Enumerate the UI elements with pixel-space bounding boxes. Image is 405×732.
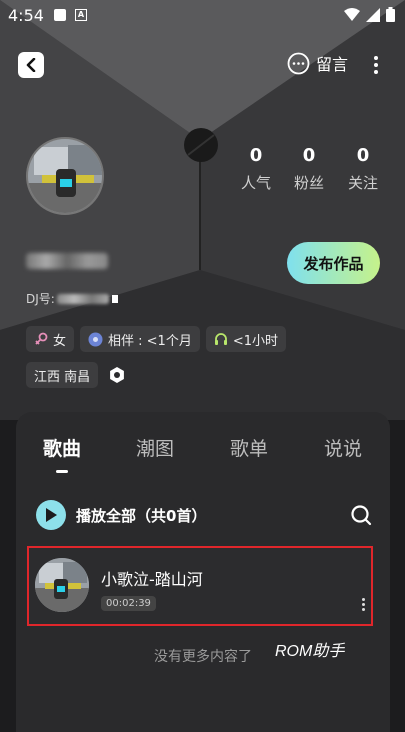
status-time: 4:54 xyxy=(8,6,44,25)
song-more-button[interactable] xyxy=(359,598,367,616)
location-text: 江西 南昌 xyxy=(34,369,91,385)
chevron-left-icon xyxy=(26,58,36,72)
profile-tags: 女 相伴 : <1个月 <1小时 xyxy=(26,326,286,352)
message-label: 留言 xyxy=(316,55,349,74)
stat-popularity[interactable]: 0 人气 xyxy=(234,145,278,193)
wifi-icon xyxy=(344,7,360,21)
dj-id: DJ号: xyxy=(26,290,118,307)
stat-value: 0 xyxy=(249,145,263,166)
song-cover-image xyxy=(35,558,89,612)
gender-tag: 女 xyxy=(26,326,75,352)
stat-label: 人气 xyxy=(240,174,271,192)
search-button[interactable] xyxy=(350,504,372,526)
play-icon xyxy=(46,508,57,522)
tab-songs[interactable]: 歌曲 xyxy=(43,434,81,461)
tag-text: 女 xyxy=(53,333,67,349)
active-tab-indicator xyxy=(56,470,68,473)
tab-bar: 歌曲 潮图 歌单 说说 xyxy=(16,434,390,474)
play-all-button[interactable]: 播放全部（共0首） xyxy=(36,500,206,530)
companion-tag: 相伴 : <1个月 xyxy=(80,326,200,352)
stat-label: 关注 xyxy=(347,174,378,192)
dot xyxy=(374,56,378,60)
copy-icon xyxy=(111,294,118,303)
vinyl-icon xyxy=(88,332,103,346)
message-button[interactable]: 留言 xyxy=(287,51,348,75)
dot xyxy=(361,603,365,606)
tab-posts[interactable]: 说说 xyxy=(324,434,362,461)
listen-time-tag: <1小时 xyxy=(205,326,286,352)
headphones-icon xyxy=(214,333,227,345)
stat-value: 0 xyxy=(356,145,370,166)
notification-icon xyxy=(54,9,66,21)
watermark: ROM助手 xyxy=(275,643,345,660)
song-title: 小歌泣-踏山河 xyxy=(101,570,203,589)
username-redacted xyxy=(26,253,108,269)
app-notification-icon: A xyxy=(75,9,87,21)
settings-button[interactable] xyxy=(106,364,128,386)
stat-fans[interactable]: 0 粉丝 xyxy=(287,145,331,193)
search-icon xyxy=(351,505,372,526)
avatar[interactable] xyxy=(26,137,104,215)
stat-following[interactable]: 0 关注 xyxy=(341,145,385,193)
gear-icon xyxy=(110,367,125,383)
comment-icon xyxy=(287,52,310,74)
content-panel: 歌曲 潮图 歌单 说说 播放全部（共0首） 小歌泣-踏山河 00:02:39 没… xyxy=(16,412,390,732)
stat-label: 粉丝 xyxy=(293,174,324,192)
dot xyxy=(361,598,365,601)
female-icon xyxy=(35,332,48,345)
dot xyxy=(374,70,378,74)
tag-text: <1小时 xyxy=(232,333,278,349)
more-options-button[interactable] xyxy=(366,52,386,78)
battery-icon xyxy=(386,7,395,22)
location-tag: 江西 南昌 xyxy=(26,362,99,388)
signal-icon xyxy=(366,7,380,22)
status-bar: 4:54 A xyxy=(0,0,405,30)
song-duration: 00:02:39 xyxy=(101,596,156,611)
song-cover xyxy=(35,558,89,612)
tab-images[interactable]: 潮图 xyxy=(136,434,174,461)
dot xyxy=(361,608,365,611)
location-row: 江西 南昌 xyxy=(26,362,128,388)
play-all-label: 播放全部（共0首） xyxy=(76,506,207,525)
tab-playlists[interactable]: 歌单 xyxy=(230,434,268,461)
play-circle xyxy=(36,500,66,530)
publish-button[interactable]: 发布作品 xyxy=(287,242,380,284)
stat-value: 0 xyxy=(302,145,316,166)
tag-text: 相伴 : <1个月 xyxy=(108,333,192,349)
dj-id-redacted xyxy=(56,293,109,304)
song-item[interactable]: 小歌泣-踏山河 00:02:39 xyxy=(27,546,373,626)
back-button[interactable] xyxy=(18,52,44,78)
dot xyxy=(374,63,378,67)
dj-id-prefix: DJ号: xyxy=(26,292,55,306)
